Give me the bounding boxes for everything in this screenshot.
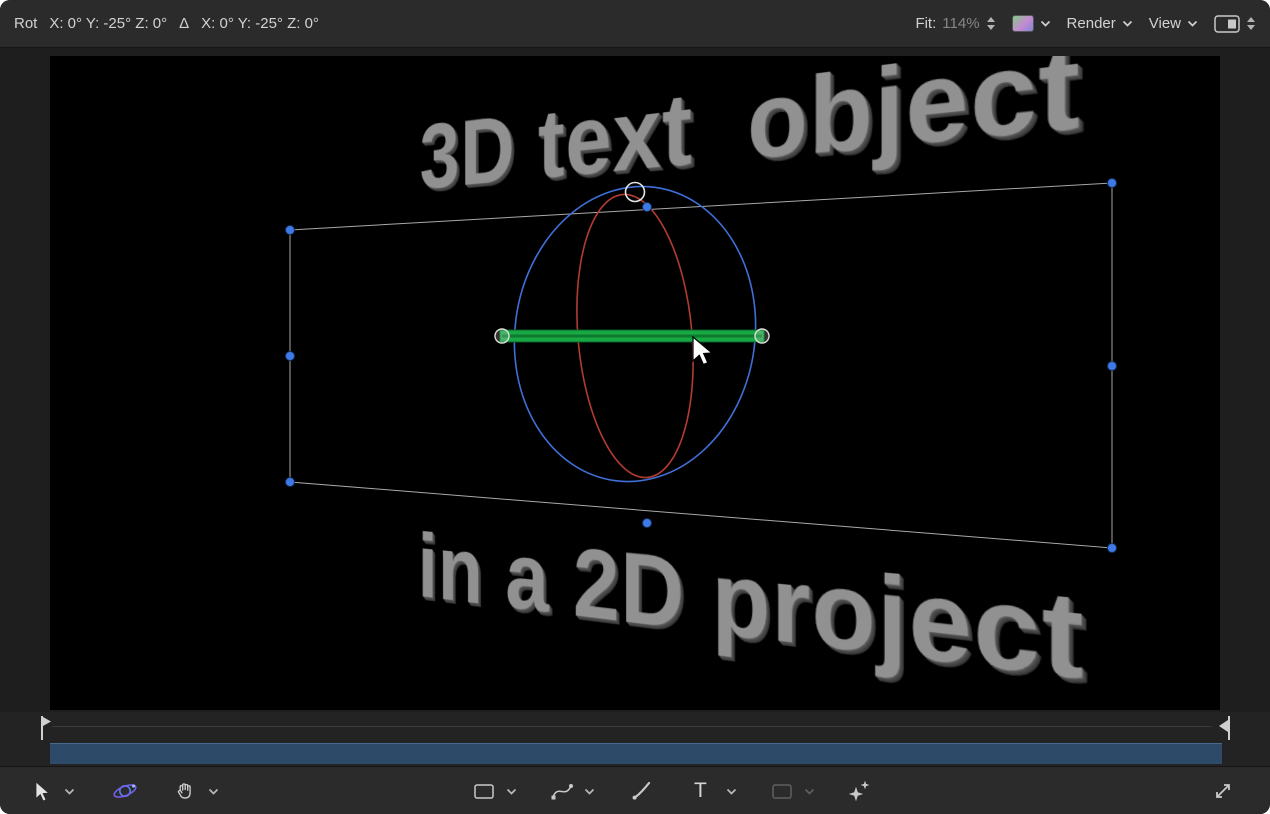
mini-timeline: 3D text object — [0, 712, 1270, 766]
paint-stroke-tool-button[interactable] — [630, 767, 654, 814]
shape-tool-button[interactable] — [472, 767, 496, 814]
selection-bounding-box[interactable] — [290, 183, 1112, 548]
rect-tool-icon — [472, 780, 496, 802]
color-swatch — [1012, 15, 1034, 32]
rot-values: X: 0° Y: -25° Z: 0° — [49, 15, 167, 32]
handle-corner-tr[interactable] — [1108, 179, 1117, 188]
bottom-toolbar: T — [0, 766, 1270, 814]
chevron-down-icon — [1122, 20, 1133, 27]
handle-corner-br[interactable] — [1108, 544, 1117, 553]
canvas-viewport: 3D text object in a 2D project — [0, 48, 1270, 712]
hand-tool-menu-chevron[interactable] — [208, 767, 219, 814]
view-button[interactable]: View — [1149, 15, 1198, 32]
layout-stepper-icon — [1246, 16, 1256, 31]
delta-values: X: 0° Y: -25° Z: 0° — [201, 15, 319, 32]
rotation-handle-top-ring[interactable] — [626, 183, 645, 202]
delta-symbol: Δ — [179, 15, 189, 32]
timeline-layer-bar[interactable]: 3D text object — [50, 743, 1222, 764]
layout-icon — [1214, 15, 1240, 33]
shape-tool-menu-chevron[interactable] — [506, 767, 517, 814]
chevron-down-icon — [1040, 20, 1051, 27]
bezier-tool-button[interactable] — [550, 767, 574, 814]
handle-mid-top[interactable] — [643, 203, 652, 212]
fit-control[interactable]: Fit: 114% — [915, 15, 995, 32]
rotation-handle-green-bar[interactable] — [495, 329, 769, 343]
text-tool-menu-chevron[interactable] — [726, 767, 737, 814]
fit-value[interactable]: 114% — [942, 15, 979, 32]
fit-label: Fit: — [915, 15, 936, 32]
rot-label: Rot — [14, 15, 37, 32]
handle-mid-bottom[interactable] — [643, 519, 652, 528]
chevron-down-icon — [506, 788, 517, 795]
out-point-marker[interactable] — [1214, 714, 1234, 744]
selection-overlay — [50, 56, 1220, 710]
layout-button[interactable] — [1214, 15, 1256, 33]
hand-tool-icon — [174, 780, 196, 802]
timeline-ruler-line — [52, 726, 1212, 727]
chevron-down-icon — [804, 788, 815, 795]
in-point-marker[interactable] — [36, 714, 56, 744]
image-mask-tool-button-disabled — [770, 767, 794, 814]
render-label: Render — [1067, 15, 1116, 32]
image-mask-tool-menu-chevron-disabled — [804, 767, 815, 814]
bezier-tool-icon — [550, 779, 574, 803]
rotation-status: Rot X: 0° Y: -25° Z: 0° Δ X: 0° Y: -25° … — [14, 15, 319, 32]
bezier-tool-menu-chevron[interactable] — [584, 767, 595, 814]
chevron-down-icon — [1187, 20, 1198, 27]
select-tool-button[interactable] — [30, 767, 52, 814]
handle-corner-bl[interactable] — [286, 478, 295, 487]
text-tool-button[interactable]: T — [694, 767, 707, 814]
particles-tool-button[interactable] — [846, 767, 872, 814]
text-tool-icon: T — [694, 779, 707, 803]
canvas[interactable]: 3D text object in a 2D project — [50, 56, 1220, 710]
motion-canvas-window: Rot X: 0° Y: -25° Z: 0° Δ X: 0° Y: -25° … — [0, 0, 1270, 814]
image-tool-icon — [770, 780, 794, 802]
expand-icon — [1212, 780, 1234, 802]
select-tool-menu-chevron[interactable] — [64, 767, 75, 814]
particles-tool-icon — [846, 779, 872, 803]
select-tool-icon — [30, 780, 52, 802]
chevron-down-icon — [208, 788, 219, 795]
top-toolbar-controls: Fit: 114% Render View — [915, 15, 1256, 33]
paint-tool-icon — [630, 779, 654, 803]
orbit-3d-transform-tool-button[interactable] — [112, 767, 138, 814]
chevron-down-icon — [64, 788, 75, 795]
chevron-down-icon — [584, 788, 595, 795]
top-toolbar: Rot X: 0° Y: -25° Z: 0° Δ X: 0° Y: -25° … — [0, 0, 1270, 48]
hand-tool-button[interactable] — [174, 767, 196, 814]
render-button[interactable]: Render — [1067, 15, 1133, 32]
chevron-down-icon — [726, 788, 737, 795]
view-label: View — [1149, 15, 1181, 32]
handle-corner-tl[interactable] — [286, 226, 295, 235]
handle-mid-left[interactable] — [286, 352, 295, 361]
expand-canvas-button[interactable] — [1212, 767, 1234, 814]
handle-mid-right[interactable] — [1108, 362, 1117, 371]
color-swatch-button[interactable] — [1012, 15, 1051, 32]
orbit-tool-icon — [112, 778, 138, 804]
fit-stepper-icon[interactable] — [986, 16, 996, 31]
